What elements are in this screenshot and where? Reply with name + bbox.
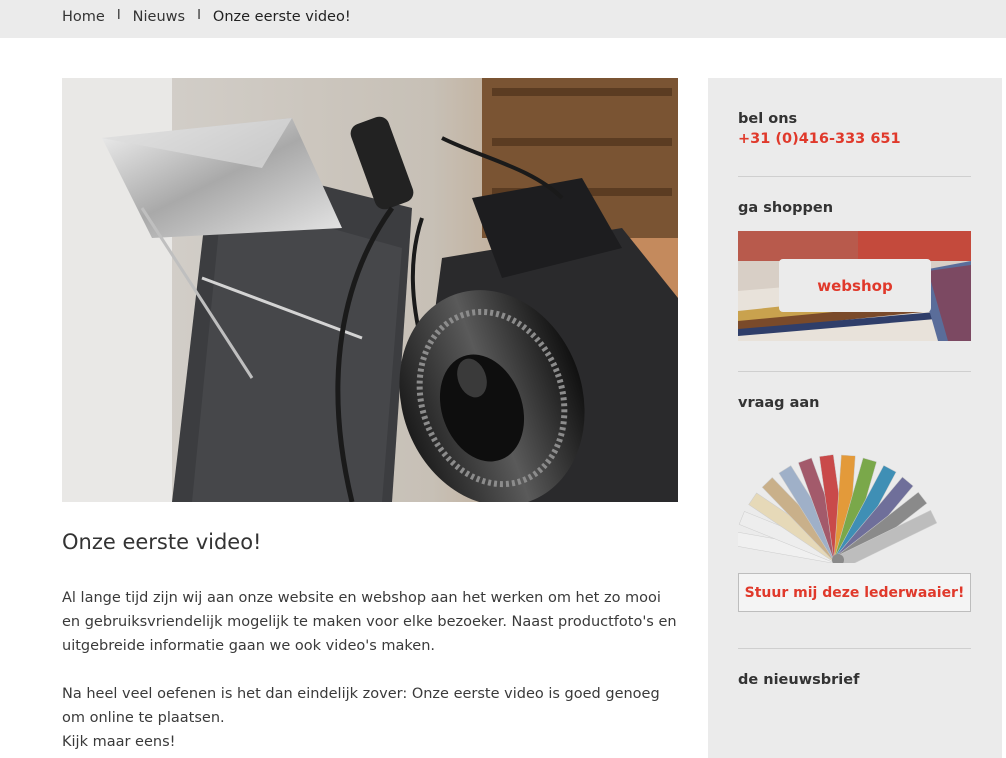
webshop-button[interactable]: webshop — [779, 259, 931, 312]
breadcrumb-current: Onze eerste video! — [212, 9, 351, 25]
article-body: Al lange tijd zijn wij aan onze website … — [62, 586, 682, 754]
phone-link[interactable]: +31 (0)416-333 651 — [738, 131, 971, 147]
article-paragraph: Kijk maar eens! — [62, 734, 176, 750]
breadcrumb: Home I Nieuws I Onze eerste video! — [62, 6, 351, 28]
article-paragraph: Al lange tijd zijn wij aan onze website … — [62, 590, 677, 654]
color-swatch-fan-illustration — [733, 454, 938, 570]
article-title: Onze eerste video! — [62, 530, 262, 554]
webshop-banner[interactable]: webshop — [738, 231, 971, 341]
newsletter-title: de nieuwsbrief — [738, 672, 860, 688]
request-title: vraag aan — [738, 395, 820, 411]
sidebar: bel ons +31 (0)416-333 651 ga shoppen we… — [708, 78, 1002, 758]
shop-title: ga shoppen — [738, 200, 834, 216]
breadcrumb-news-link[interactable]: Nieuws — [133, 9, 185, 25]
breadcrumb-home-link[interactable]: Home — [62, 9, 105, 25]
article-paragraph: Na heel veel oefenen is het dan eindelij… — [62, 686, 660, 726]
sidebar-divider — [738, 648, 971, 649]
call-title: bel ons — [738, 111, 798, 127]
breadcrumb-separator: I — [116, 7, 121, 23]
breadcrumb-separator: I — [197, 7, 201, 23]
article-hero-image — [62, 78, 678, 502]
camera-photo-illustration — [62, 78, 678, 502]
sidebar-divider — [738, 176, 971, 177]
request-fan-button[interactable]: Stuur mij deze lederwaaier! — [738, 573, 971, 612]
breadcrumb-bar: Home I Nieuws I Onze eerste video! — [0, 0, 1006, 38]
leather-fan-image[interactable] — [733, 448, 938, 570]
call-block: bel ons +31 (0)416-333 651 — [738, 111, 971, 147]
sidebar-divider — [738, 371, 971, 372]
